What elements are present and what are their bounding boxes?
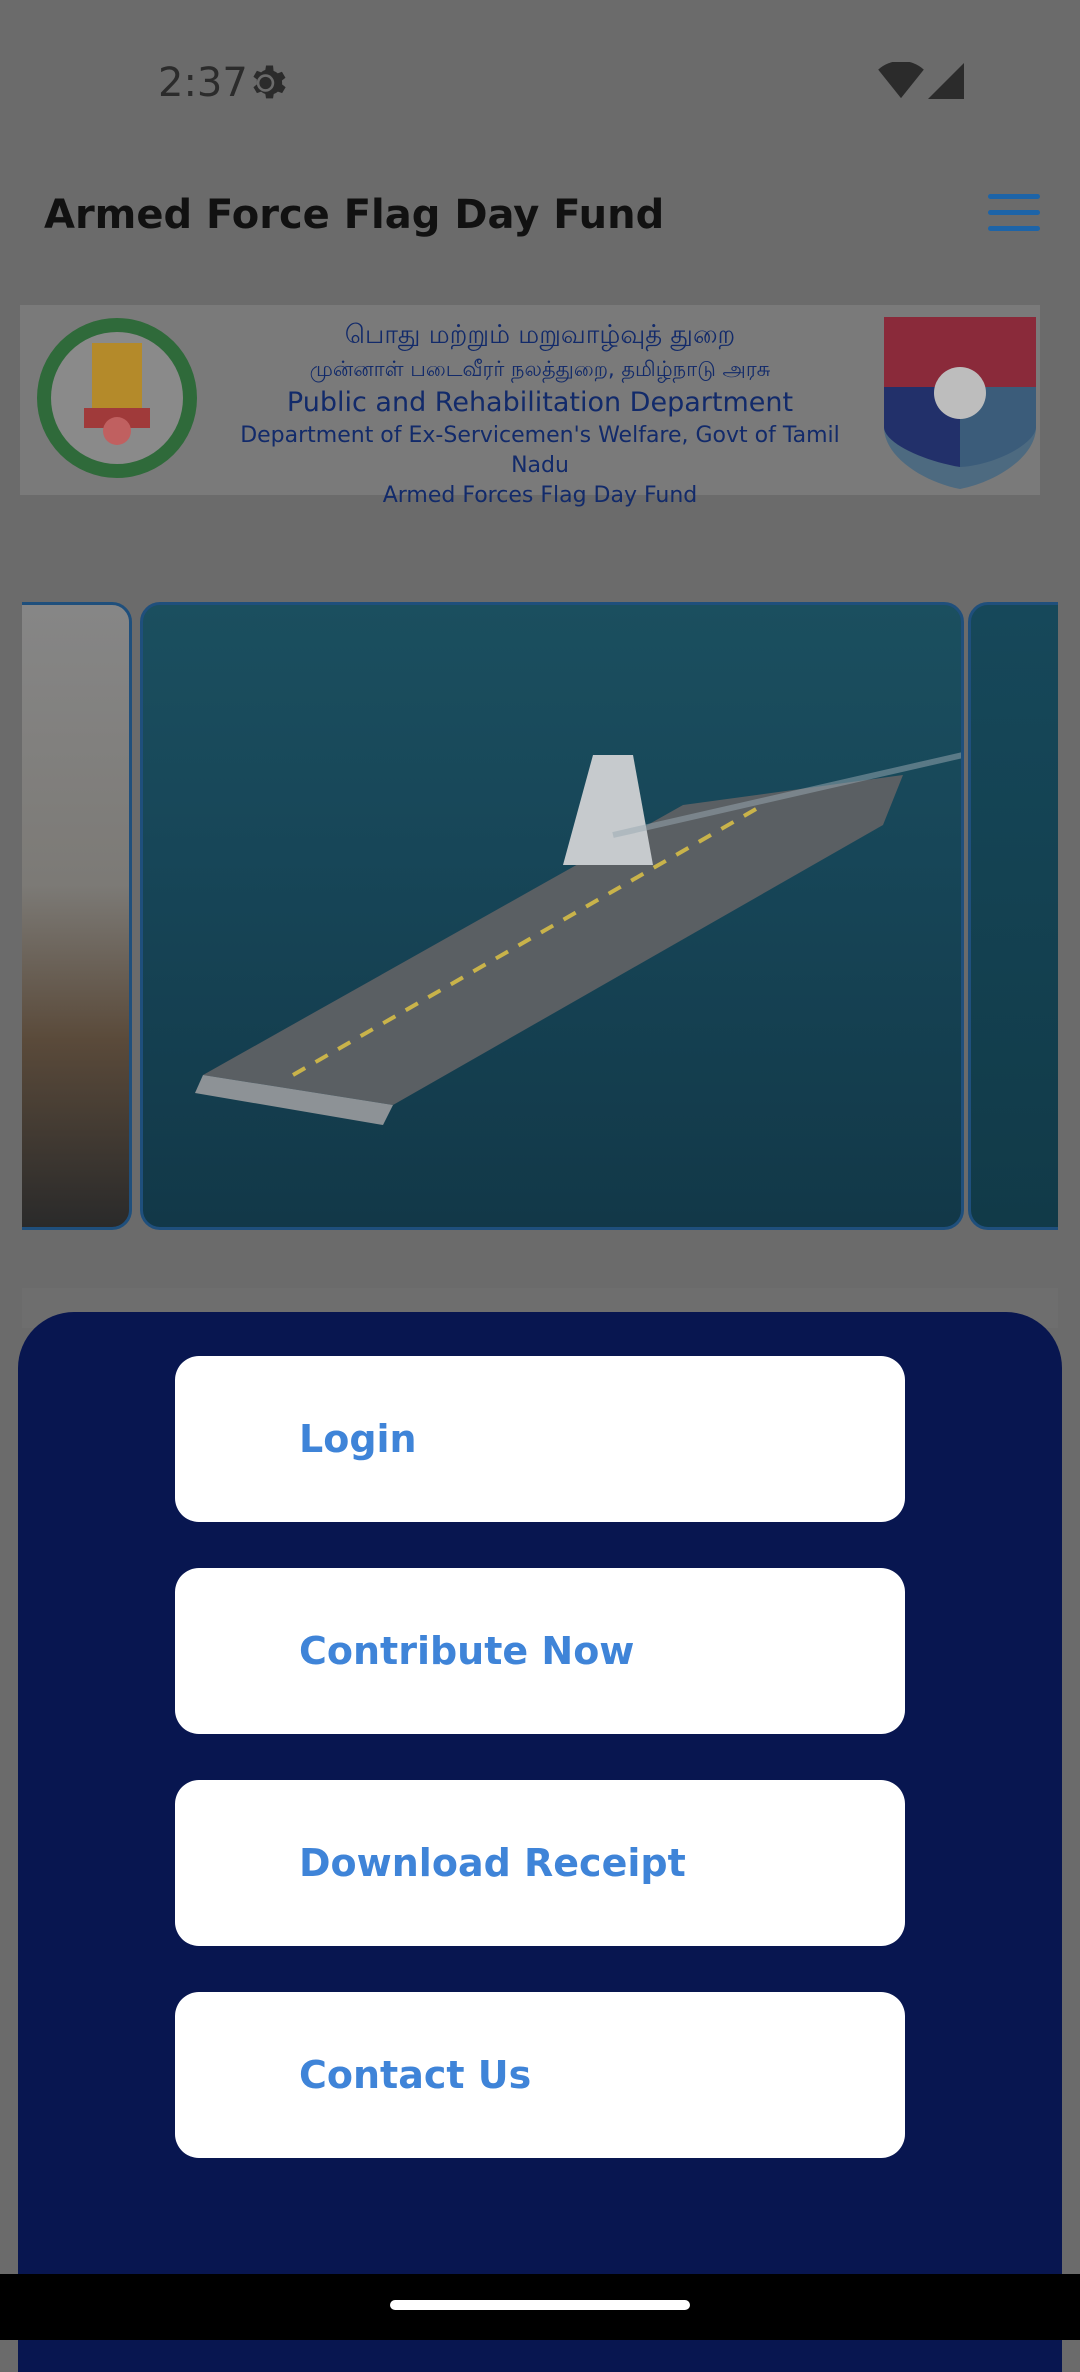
contribute-now-button-label: Contribute Now [299,1629,635,1673]
app-bar: Armed Force Flag Day Fund [0,170,1080,260]
carousel-slide-previous[interactable] [22,602,132,1230]
download-receipt-button[interactable]: Download Receipt [175,1780,905,1946]
signal-icon [928,63,964,99]
contact-us-button[interactable]: Contact Us [175,1992,905,2158]
login-button-label: Login [299,1417,417,1461]
armed-forces-crest-icon [884,317,1036,489]
hamburger-menu-icon[interactable] [988,194,1040,238]
tamil-nadu-emblem-icon [37,318,197,478]
system-nav-bar [0,2274,1080,2340]
gear-icon [253,65,286,99]
action-panel: Login Contribute Now Download Receipt Co… [18,1312,1062,2372]
contact-us-button-label: Contact Us [299,2053,532,2097]
banner-tamil-subtitle: முன்னாள் படைவீரர் நலத்துறை, தமிழ்நாடு அர… [309,357,771,381]
status-bar: 2:37 [0,0,1080,130]
department-banner: பொது மற்றும் மறுவாழ்வுத் துறை முன்னாள் ப… [20,305,1040,508]
status-time: 2:37 [158,60,248,106]
carousel-slide-next[interactable] [968,602,1058,1230]
banner-text: பொது மற்றும் மறுவாழ்வுத் துறை முன்னாள் ப… [210,317,870,511]
contribute-now-button[interactable]: Contribute Now [175,1568,905,1734]
banner-department-subtitle: Department of Ex-Servicemen's Welfare, G… [240,423,840,478]
banner-tamil-title: பொது மற்றும் மறுவாழ்வுத் துறை [344,320,736,350]
aircraft-carrier-illustration [195,752,961,1125]
banner-fund-name: Armed Forces Flag Day Fund [382,483,698,508]
image-carousel[interactable] [22,600,1058,1236]
home-gesture-handle[interactable] [390,2300,690,2310]
download-receipt-button-label: Download Receipt [299,1841,686,1885]
login-button[interactable]: Login [175,1356,905,1522]
page-title: Armed Force Flag Day Fund [44,192,665,238]
banner-department-title: Public and Rehabilitation Department [286,387,794,418]
wifi-icon [878,62,924,99]
aircraft-carrier-image[interactable] [140,602,964,1230]
